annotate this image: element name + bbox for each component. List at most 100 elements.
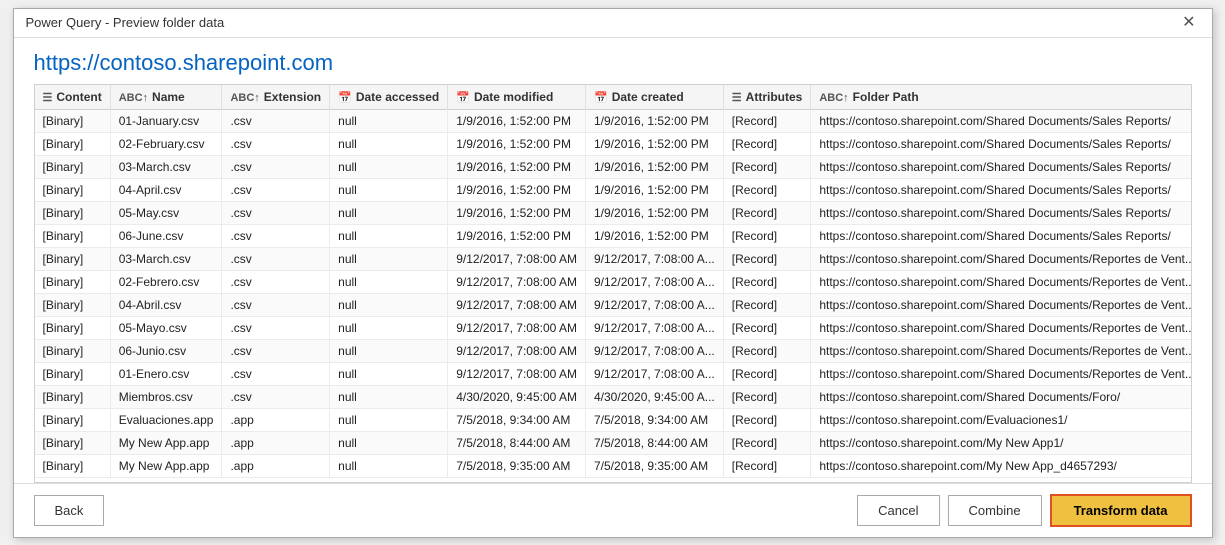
footer-left: Back bbox=[34, 495, 105, 526]
col-header-content[interactable]: ☰Content bbox=[35, 85, 111, 110]
table-cell: 01-Enero.csv bbox=[110, 362, 222, 385]
table-cell: [Record] bbox=[723, 270, 811, 293]
close-button[interactable]: ✕ bbox=[1178, 15, 1199, 31]
table-cell: 9/12/2017, 7:08:00 A... bbox=[586, 362, 724, 385]
table-cell: https://contoso.sharepoint.com/Shared Do… bbox=[811, 224, 1192, 247]
table-cell: .csv bbox=[222, 178, 330, 201]
col-label: Date modified bbox=[474, 90, 553, 104]
col-header-name[interactable]: ABC↑Name bbox=[110, 85, 222, 110]
table-cell: 7/5/2018, 9:34:00 AM bbox=[448, 408, 586, 431]
dialog-header: https://contoso.sharepoint.com bbox=[14, 38, 1212, 84]
col-label: Date created bbox=[612, 90, 684, 104]
table-row[interactable]: [Binary]04-Abril.csv.csvnull9/12/2017, 7… bbox=[35, 293, 1192, 316]
table-cell: 1/9/2016, 1:52:00 PM bbox=[586, 224, 724, 247]
col-header-extension[interactable]: ABC↑Extension bbox=[222, 85, 330, 110]
table-cell: 1/9/2016, 1:52:00 PM bbox=[448, 178, 586, 201]
back-button[interactable]: Back bbox=[34, 495, 105, 526]
table-row[interactable]: [Binary]01-Enero.csv.csvnull9/12/2017, 7… bbox=[35, 362, 1192, 385]
table-row[interactable]: [Binary]06-June.csv.csvnull1/9/2016, 1:5… bbox=[35, 224, 1192, 247]
table-cell: https://contoso.sharepoint.com/Shared Do… bbox=[811, 293, 1192, 316]
table-cell: 02-Febrero.csv bbox=[110, 270, 222, 293]
col-header-attributes[interactable]: ☰Attributes bbox=[723, 85, 811, 110]
table-cell: null bbox=[330, 431, 448, 454]
footer-right: Cancel Combine Transform data bbox=[857, 494, 1191, 527]
table-cell: 9/12/2017, 7:08:00 AM bbox=[448, 339, 586, 362]
table-cell: [Binary] bbox=[35, 293, 111, 316]
table-cell: [Binary] bbox=[35, 178, 111, 201]
table-cell: [Binary] bbox=[35, 132, 111, 155]
table-row[interactable]: [Binary]05-Mayo.csv.csvnull9/12/2017, 7:… bbox=[35, 316, 1192, 339]
table-cell: 9/12/2017, 7:08:00 A... bbox=[586, 339, 724, 362]
table-cell: Evaluaciones.app bbox=[110, 408, 222, 431]
transform-data-button[interactable]: Transform data bbox=[1050, 494, 1192, 527]
table-cell: null bbox=[330, 247, 448, 270]
table-cell: [Record] bbox=[723, 178, 811, 201]
table-cell: [Record] bbox=[723, 132, 811, 155]
table-cell: .csv bbox=[222, 247, 330, 270]
table-cell: 05-Mayo.csv bbox=[110, 316, 222, 339]
table-cell: null bbox=[330, 224, 448, 247]
table-cell: 03-March.csv bbox=[110, 155, 222, 178]
table-row[interactable]: [Binary]My New App.app.appnull7/5/2018, … bbox=[35, 454, 1192, 477]
table-cell: [Binary] bbox=[35, 431, 111, 454]
col-header-date-modified[interactable]: 📅Date modified bbox=[448, 85, 586, 110]
table-row[interactable]: [Binary]04-April.csv.csvnull1/9/2016, 1:… bbox=[35, 178, 1192, 201]
table-row[interactable]: [Binary]03-March.csv.csvnull1/9/2016, 1:… bbox=[35, 155, 1192, 178]
table-cell: [Binary] bbox=[35, 247, 111, 270]
table-cell: https://contoso.sharepoint.com/Shared Do… bbox=[811, 132, 1192, 155]
table-row[interactable]: [Binary]06-Junio.csv.csvnull9/12/2017, 7… bbox=[35, 339, 1192, 362]
table-cell: Miembros.csv bbox=[110, 385, 222, 408]
table-cell: [Record] bbox=[723, 293, 811, 316]
table-cell: null bbox=[330, 362, 448, 385]
table-row[interactable]: [Binary]Miembros.csv.csvnull4/30/2020, 9… bbox=[35, 385, 1192, 408]
table-cell: 9/12/2017, 7:08:00 A... bbox=[586, 247, 724, 270]
table-cell: .csv bbox=[222, 201, 330, 224]
table-cell: 02-February.csv bbox=[110, 132, 222, 155]
table-cell: [Record] bbox=[723, 339, 811, 362]
table-cell: [Record] bbox=[723, 316, 811, 339]
table-cell: https://contoso.sharepoint.com/Shared Do… bbox=[811, 385, 1192, 408]
data-table: ☰ContentABC↑NameABC↑Extension 📅 Date acces… bbox=[35, 85, 1192, 478]
table-cell: [Binary] bbox=[35, 109, 111, 132]
table-cell: 1/9/2016, 1:52:00 PM bbox=[448, 155, 586, 178]
col-label: Content bbox=[56, 90, 101, 104]
table-row[interactable]: [Binary]02-Febrero.csv.csvnull9/12/2017,… bbox=[35, 270, 1192, 293]
table-row[interactable]: [Binary]01-January.csv.csvnull1/9/2016, … bbox=[35, 109, 1192, 132]
col-header-date-accessed[interactable]: 📅 Date accessed bbox=[330, 85, 448, 110]
table-cell: null bbox=[330, 201, 448, 224]
table-cell: 9/12/2017, 7:08:00 A... bbox=[586, 316, 724, 339]
col-header-folder-path[interactable]: ABC↑Folder Path bbox=[811, 85, 1192, 110]
table-cell: 9/12/2017, 7:08:00 AM bbox=[448, 362, 586, 385]
table-cell: 06-Junio.csv bbox=[110, 339, 222, 362]
combine-button[interactable]: Combine bbox=[948, 495, 1042, 526]
table-cell: https://contoso.sharepoint.com/Shared Do… bbox=[811, 362, 1192, 385]
table-cell: [Binary] bbox=[35, 408, 111, 431]
table-cell: [Record] bbox=[723, 201, 811, 224]
table-cell: [Record] bbox=[723, 247, 811, 270]
table-row[interactable]: [Binary]02-February.csv.csvnull1/9/2016,… bbox=[35, 132, 1192, 155]
table-cell: https://contoso.sharepoint.com/My New Ap… bbox=[811, 454, 1192, 477]
col-label: Date accessed bbox=[356, 90, 439, 104]
table-cell: [Record] bbox=[723, 408, 811, 431]
table-cell: 05-May.csv bbox=[110, 201, 222, 224]
table-cell: 9/12/2017, 7:08:00 A... bbox=[586, 270, 724, 293]
table-row[interactable]: [Binary]Evaluaciones.app.appnull7/5/2018… bbox=[35, 408, 1192, 431]
col-header-date-created[interactable]: 📅Date created bbox=[586, 85, 724, 110]
table-cell: 04-April.csv bbox=[110, 178, 222, 201]
cancel-button[interactable]: Cancel bbox=[857, 495, 939, 526]
table-cell: 03-March.csv bbox=[110, 247, 222, 270]
table-body: [Binary]01-January.csv.csvnull1/9/2016, … bbox=[35, 109, 1192, 477]
col-icon: 📅 bbox=[338, 91, 352, 104]
col-label: Folder Path bbox=[853, 90, 919, 104]
table-cell: https://contoso.sharepoint.com/Shared Do… bbox=[811, 178, 1192, 201]
table-cell: My New App.app bbox=[110, 454, 222, 477]
table-row[interactable]: [Binary]My New App.app.appnull7/5/2018, … bbox=[35, 431, 1192, 454]
table-cell: [Record] bbox=[723, 431, 811, 454]
table-row[interactable]: [Binary]05-May.csv.csvnull1/9/2016, 1:52… bbox=[35, 201, 1192, 224]
table-cell: .csv bbox=[222, 270, 330, 293]
col-label: Attributes bbox=[746, 90, 803, 104]
table-cell: 9/12/2017, 7:08:00 A... bbox=[586, 293, 724, 316]
table-row[interactable]: [Binary]03-March.csv.csvnull 9/12/2017, 7… bbox=[35, 247, 1192, 270]
table-cell: .csv bbox=[222, 316, 330, 339]
table-cell: 06-June.csv bbox=[110, 224, 222, 247]
